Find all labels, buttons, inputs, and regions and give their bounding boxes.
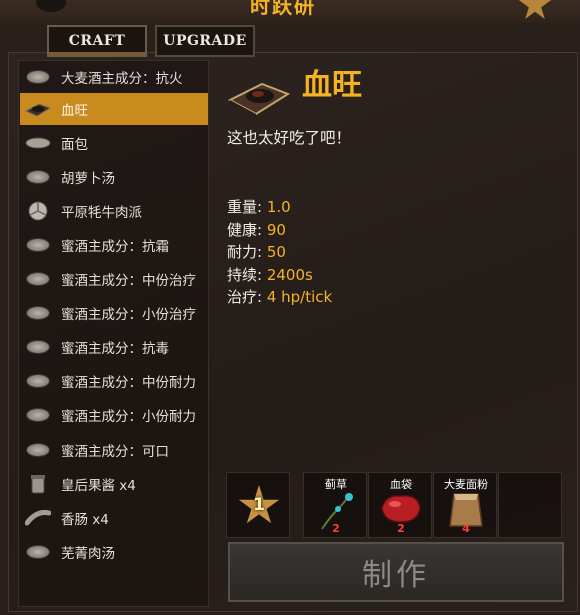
recipe-label: 皇后果酱 x4 <box>61 478 136 494</box>
recipe-label: 蜜酒主成分：中份耐力 <box>61 375 196 391</box>
recipe-count: x4 <box>92 512 109 528</box>
bowl-icon <box>25 338 51 356</box>
ingredient-slot: 血袋 2 <box>368 472 432 538</box>
station-level: 1 <box>253 495 265 515</box>
stat-health: 健康: 90 <box>227 220 286 239</box>
recipe-item[interactable]: 蜜酒主成分：小份耐力 <box>20 399 208 431</box>
recipe-label: 蜜酒主成分：抗霜 <box>61 239 169 255</box>
station-star-icon <box>518 0 552 19</box>
pie-icon <box>25 201 51 221</box>
stat-stamina: 耐力: 50 <box>227 243 286 261</box>
item-stats: 重量: 1.0 健康: 90 耐力: 50 持续: 2400s 治疗: 4 hp… <box>227 196 332 309</box>
recipe-item[interactable]: 香肠 x4 <box>20 502 208 534</box>
tab-craft[interactable]: CRAFT <box>47 25 147 57</box>
recipe-item-selected[interactable]: 血旺 <box>20 93 208 125</box>
recipe-label: 香肠 x4 <box>61 512 109 528</box>
stat-duration: 持续: 2400s <box>227 265 313 284</box>
ingredient-qty: 2 <box>332 522 340 535</box>
recipe-item[interactable]: 大麦酒主成分：抗火 <box>20 61 208 93</box>
recipe-label: 蜜酒主成分：中份治疗 <box>61 273 196 289</box>
recipe-item[interactable]: 蜜酒主成分：抗霜 <box>20 229 208 261</box>
top-bar: 时跃研 <box>0 0 580 22</box>
item-title: 血旺 <box>302 68 362 103</box>
recipe-label: 蜜酒主成分：小份治疗 <box>61 307 196 323</box>
recipe-label: 蜜酒主成分：抗毒 <box>61 341 169 357</box>
recipe-item[interactable]: 蜜酒主成分：抗毒 <box>20 331 208 363</box>
ingredient-qty: 4 <box>462 522 470 535</box>
bowl-icon <box>25 168 51 186</box>
recipe-label: 血旺 <box>61 103 88 119</box>
stat-healing: 治疗: 4 hp/tick <box>227 288 333 306</box>
recipe-label: 蜜酒主成分：小份耐力 <box>61 409 196 425</box>
recipe-item[interactable]: 蜜酒主成分：中份耐力 <box>20 365 208 397</box>
bowl-icon <box>25 441 51 459</box>
station-level-slot: 1 <box>226 472 290 538</box>
recipe-label: 蜜酒主成分：可口 <box>61 444 169 460</box>
jar-icon <box>25 475 51 494</box>
recipe-item[interactable]: 胡萝卜汤 <box>20 161 208 193</box>
recipe-list[interactable]: 大麦酒主成分：抗火 血旺 面包 胡萝卜汤 平原牦牛肉派 蜜酒主成分：抗霜 蜜酒主… <box>18 60 209 607</box>
recipe-count: x4 <box>119 478 136 494</box>
station-title: 时跃研 <box>250 0 316 18</box>
bowl-icon <box>25 270 51 288</box>
recipe-label: 平原牦牛肉派 <box>61 205 142 221</box>
blood-pudding-icon <box>25 100 51 118</box>
ingredient-qty: 2 <box>397 522 405 535</box>
recipe-label: 大麦酒主成分：抗火 <box>61 71 183 87</box>
recipe-item[interactable]: 蜜酒主成分：中份治疗 <box>20 263 208 295</box>
blood-pudding-icon <box>227 70 291 118</box>
bowl-icon <box>25 543 51 561</box>
recipe-label: 胡萝卜汤 <box>61 171 115 187</box>
recipe-item[interactable]: 平原牦牛肉派 <box>20 195 208 227</box>
recipe-item[interactable]: 皇后果酱 x4 <box>20 468 208 500</box>
ornament-icon <box>36 0 66 12</box>
item-description: 这也太好吃了吧！ <box>227 129 352 147</box>
recipe-item[interactable]: 蜜酒主成分：小份治疗 <box>20 297 208 329</box>
stat-weight: 重量: 1.0 <box>227 198 291 216</box>
bowl-icon <box>25 236 51 254</box>
craft-button[interactable]: 制作 <box>228 542 564 602</box>
recipe-item[interactable]: 面包 <box>20 127 208 159</box>
ingredient-slot: 蓟草 2 <box>303 472 367 538</box>
bowl-icon <box>25 372 51 390</box>
recipe-item[interactable]: 蜜酒主成分：可口 <box>20 434 208 466</box>
recipe-label: 面包 <box>61 137 88 153</box>
recipe-detail: 血旺 这也太好吃了吧！ 重量: 1.0 健康: 90 耐力: 50 持续: 24… <box>216 60 578 607</box>
recipe-item[interactable]: 芜菁肉汤 <box>20 536 208 568</box>
recipe-label: 芜菁肉汤 <box>61 546 115 562</box>
sausage-icon <box>25 509 51 527</box>
bread-icon <box>25 134 51 152</box>
ingredient-slot: 大麦面粉 4 <box>433 472 497 538</box>
bowl-icon <box>25 68 51 86</box>
bowl-icon <box>25 304 51 322</box>
ingredient-name: 蓟草 <box>325 478 347 491</box>
tab-upgrade[interactable]: UPGRADE <box>155 25 255 57</box>
empty-slot <box>498 472 562 538</box>
bloodbag-icon <box>381 495 421 523</box>
bowl-icon <box>25 406 51 424</box>
